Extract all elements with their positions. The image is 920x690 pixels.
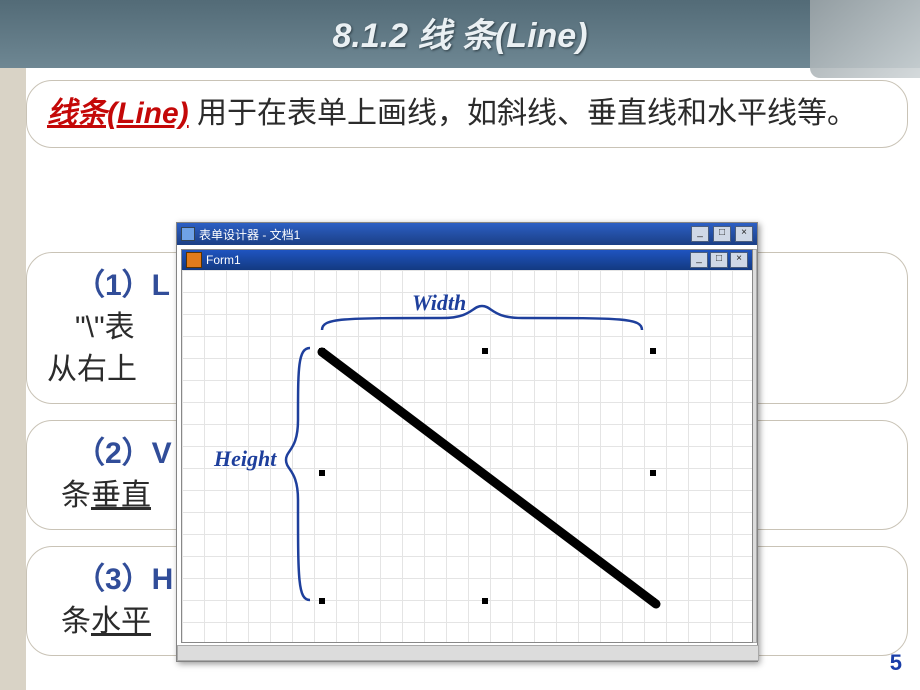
width-brace-icon — [322, 306, 642, 330]
form-title-text: Form1 — [206, 253, 241, 267]
horizontal-scrollbar[interactable] — [177, 645, 759, 661]
designer-titlebar[interactable]: 表单设计器 - 文档1 _ □ × — [177, 223, 757, 245]
form-canvas[interactable]: Width Height — [182, 270, 752, 642]
width-label: Width — [412, 290, 466, 316]
form-titlebar[interactable]: Form1 _ □ × — [182, 250, 752, 270]
page-number: 5 — [890, 650, 902, 676]
point-2-left-b: 垂直 — [91, 479, 151, 512]
intro-text: 用于在表单上画线，如斜线、垂直线和水平线等。 — [189, 97, 857, 130]
point-3-left-b: 水平 — [91, 605, 151, 638]
fox-icon — [186, 252, 202, 268]
point-1-left-b: "\"表 — [75, 311, 135, 344]
minimize-button[interactable]: _ — [691, 226, 709, 242]
designer-title: 表单设计器 - 文档1 — [199, 226, 300, 243]
form-minimize-button[interactable]: _ — [690, 252, 708, 268]
slide-title: 8.1.2 线 条(Line) — [0, 8, 920, 57]
form-maximize-button[interactable]: □ — [710, 252, 728, 268]
point-1-left-c: 从右上 — [47, 353, 137, 386]
slide: 8.1.2 线 条(Line) 线条(Line) 用于在表单上画线，如斜线、垂直… — [0, 0, 920, 690]
point-2-index: （2）V — [75, 437, 172, 470]
intro-block: 线条(Line) 用于在表单上画线，如斜线、垂直线和水平线等。 — [26, 80, 908, 148]
form-window: Form1 _ □ × — [181, 249, 753, 643]
form-close-button[interactable]: × — [730, 252, 748, 268]
app-icon — [181, 227, 195, 241]
left-strip — [0, 68, 26, 690]
diagonal-line[interactable] — [322, 352, 656, 604]
maximize-button[interactable]: □ — [713, 226, 731, 242]
point-3-index: （3）H — [75, 563, 173, 596]
point-1-index: （1）L — [75, 269, 170, 302]
form-designer-window: 表单设计器 - 文档1 _ □ × Form1 _ □ × — [176, 222, 758, 662]
height-brace-icon — [286, 348, 310, 600]
close-button[interactable]: × — [735, 226, 753, 242]
keyword-line: 线条(Line) — [47, 97, 189, 130]
height-label: Height — [214, 446, 276, 472]
point-2-left-a: 条 — [61, 479, 91, 512]
point-3-left-a: 条 — [61, 605, 91, 638]
